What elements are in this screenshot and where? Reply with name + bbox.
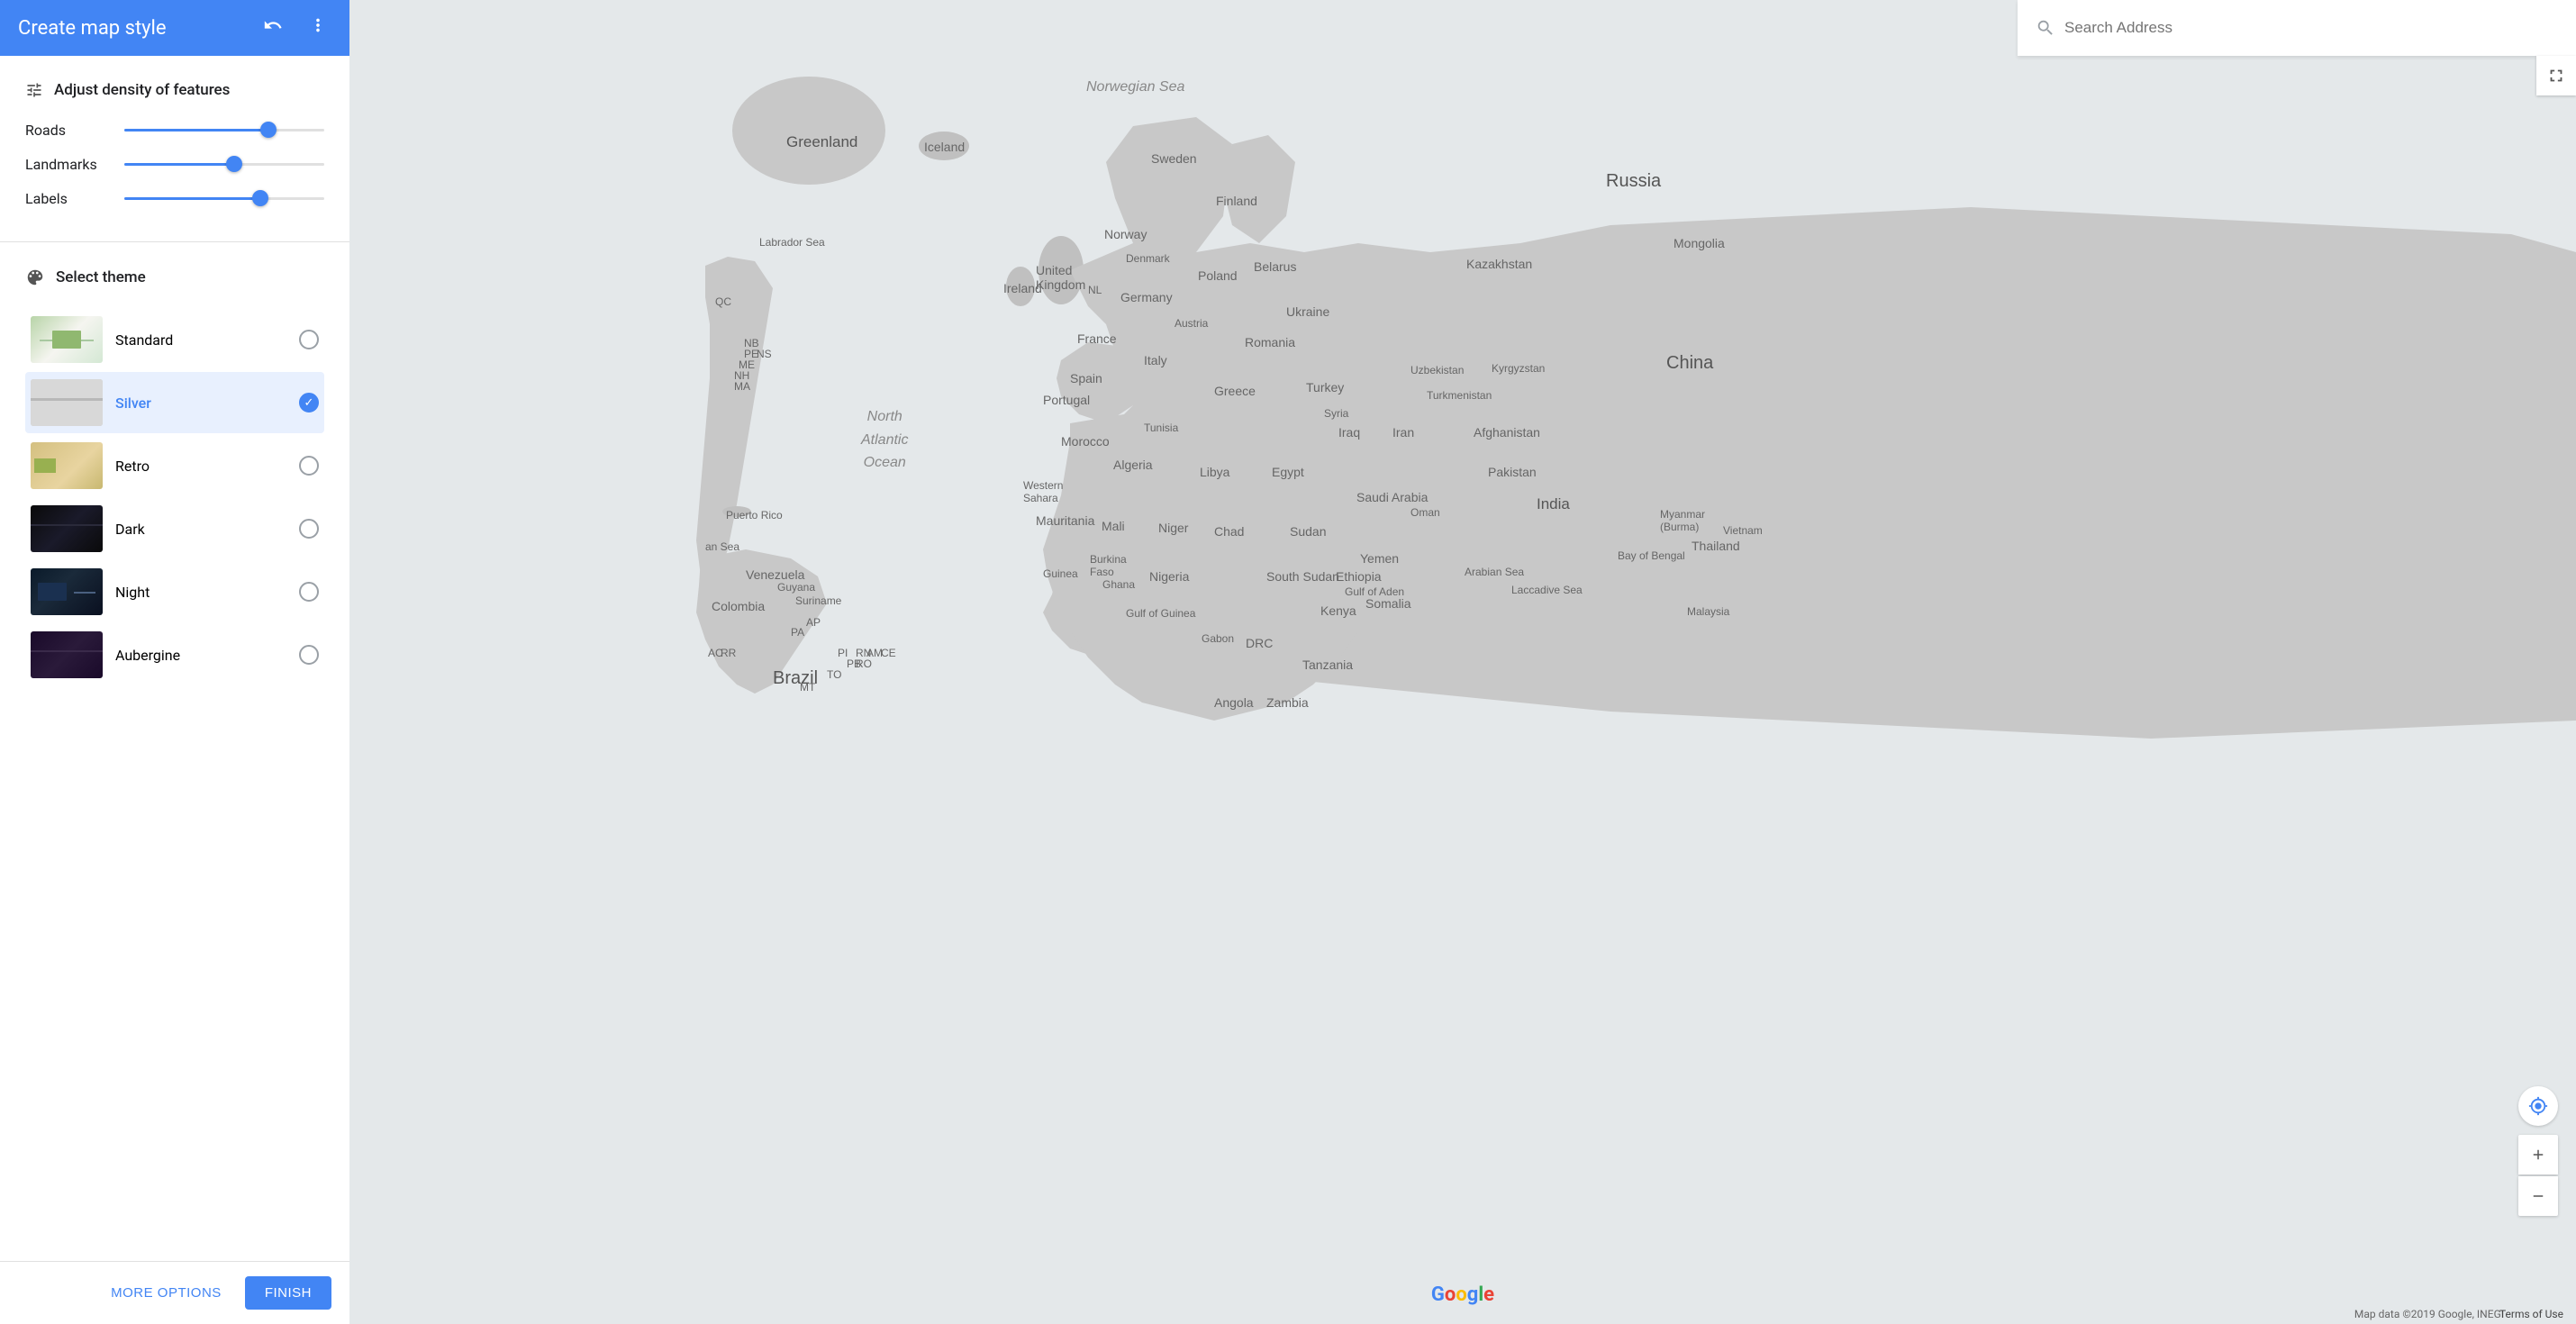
more-options-icon-button[interactable] (304, 12, 331, 44)
dark-thumbnail (31, 505, 103, 552)
search-input[interactable] (2064, 19, 2558, 37)
google-logo: Google (1431, 1283, 1494, 1306)
roads-fill (124, 129, 268, 131)
retro-name: Retro (115, 458, 299, 475)
night-name: Night (115, 584, 299, 601)
theme-row-standard[interactable]: Standard (25, 309, 324, 370)
landmarks-label: Landmarks (25, 156, 124, 173)
theme-row-dark[interactable]: Dark (25, 498, 324, 559)
silver-radio (299, 393, 319, 413)
finish-button[interactable]: FINISH (245, 1276, 331, 1310)
labels-label: Labels (25, 190, 124, 207)
night-radio (299, 582, 319, 602)
zoom-in-button[interactable] (2518, 1135, 2558, 1174)
undo-button[interactable] (259, 12, 286, 44)
plus-icon (2530, 1147, 2546, 1163)
app-title: Create map style (18, 17, 259, 40)
roads-thumb (260, 122, 277, 138)
map-svg (349, 0, 2576, 1324)
labels-density-row: Labels (25, 189, 324, 207)
palette-icon (25, 268, 45, 287)
roads-slider[interactable] (124, 121, 324, 139)
map-controls (2518, 1135, 2558, 1216)
more-options-button[interactable]: MORE OPTIONS (98, 1276, 234, 1310)
search-icon (2036, 18, 2055, 38)
location-button[interactable] (2518, 1086, 2558, 1126)
dark-radio (299, 519, 319, 539)
aubergine-radio (299, 645, 319, 665)
map-area: Norwegian Sea Greenland Iceland Russia S… (349, 0, 2576, 1324)
labels-slider[interactable] (124, 189, 324, 207)
density-title: Adjust density of features (54, 81, 230, 99)
bottom-actions: MORE OPTIONS FINISH (0, 1261, 349, 1324)
landmarks-density-row: Landmarks (25, 155, 324, 173)
theme-title: Select theme (56, 268, 146, 286)
fullscreen-button[interactable] (2536, 56, 2576, 95)
header: Create map style (0, 0, 349, 56)
standard-name: Standard (115, 331, 299, 349)
labels-fill (124, 197, 260, 200)
theme-row-silver[interactable]: Silver (25, 372, 324, 433)
fullscreen-icon (2546, 66, 2566, 86)
standard-thumbnail (31, 316, 103, 363)
roads-label: Roads (25, 122, 124, 139)
retro-thumbnail (31, 442, 103, 489)
theme-row-night[interactable]: Night (25, 561, 324, 622)
search-bar (2018, 0, 2576, 56)
density-section: Adjust density of features Roads Landmar… (0, 56, 349, 242)
aubergine-name: Aubergine (115, 647, 299, 664)
roads-density-row: Roads (25, 121, 324, 139)
dark-name: Dark (115, 521, 299, 538)
silver-name: Silver (115, 394, 299, 412)
theme-section: Select theme Standard Silver Retro (0, 242, 349, 705)
theme-row-retro[interactable]: Retro (25, 435, 324, 496)
retro-radio (299, 456, 319, 476)
header-icons (259, 12, 331, 44)
landmarks-track (124, 163, 324, 166)
landmarks-thumb (226, 156, 242, 172)
adjust-density-icon (25, 81, 43, 99)
theme-row-aubergine[interactable]: Aubergine (25, 624, 324, 685)
labels-track (124, 197, 324, 200)
landmarks-slider[interactable] (124, 155, 324, 173)
zoom-out-button[interactable] (2518, 1176, 2558, 1216)
standard-radio (299, 330, 319, 349)
location-icon (2528, 1096, 2548, 1116)
sidebar: Adjust density of features Roads Landmar… (0, 56, 349, 1324)
night-thumbnail (31, 568, 103, 615)
labels-thumb (252, 190, 268, 206)
theme-header: Select theme (25, 268, 324, 287)
minus-icon (2530, 1188, 2546, 1204)
silver-thumbnail (31, 379, 103, 426)
landmarks-fill (124, 163, 234, 166)
roads-track (124, 129, 324, 131)
aubergine-thumbnail (31, 631, 103, 678)
terms-of-use-link[interactable]: Terms of Use (2499, 1308, 2563, 1320)
density-header: Adjust density of features (25, 81, 324, 99)
copyright-text: Map data ©2019 Google, INEGI (2354, 1308, 2504, 1320)
